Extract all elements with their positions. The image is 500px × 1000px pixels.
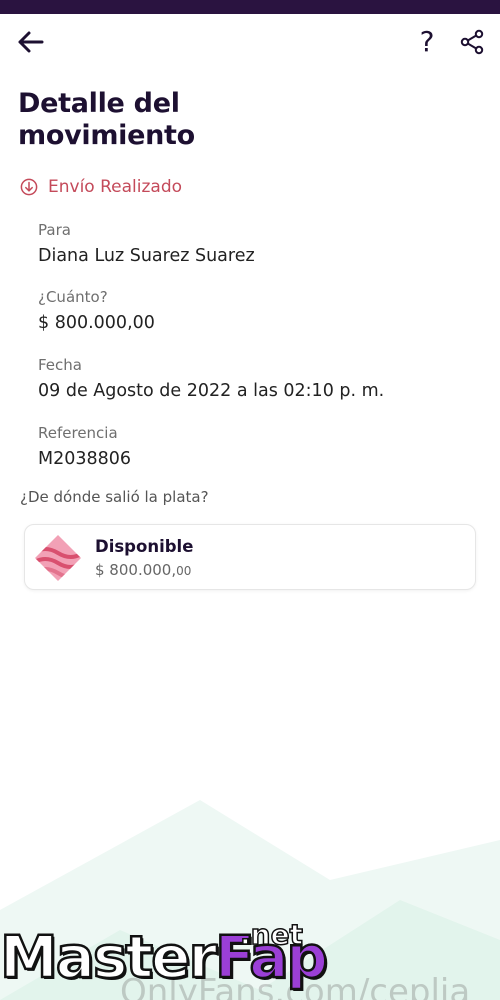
help-button[interactable]: ? (408, 22, 446, 62)
arrow-left-icon (18, 31, 44, 53)
amount-field: ¿Cuánto? $ 800.000,00 (38, 287, 478, 335)
page-title: Detalle del movimiento (18, 88, 195, 151)
arrow-down-circle-icon (20, 178, 38, 196)
date-field: Fecha 09 de Agosto de 2022 a las 02:10 p… (38, 355, 478, 403)
top-bar: ? (0, 14, 500, 70)
transaction-status: Envío Realizado (20, 174, 182, 200)
reference-field: Referencia M2038806 (38, 423, 478, 471)
watermark-brand-1: Master (0, 923, 218, 991)
reference-value: M2038806 (38, 449, 132, 469)
reference-label: Referencia (38, 424, 118, 442)
account-name: Disponible (95, 537, 194, 556)
account-amount-cents: 00 (176, 564, 192, 578)
recipient-label: Para (38, 221, 71, 239)
source-question: ¿De dónde salió la plata? (20, 488, 209, 506)
back-button[interactable] (10, 24, 50, 60)
share-icon (460, 29, 484, 55)
share-button[interactable] (452, 22, 492, 62)
amount-value: $ 800.000,00 (38, 313, 155, 333)
status-bar (0, 0, 500, 14)
recipient-field: Para Diana Luz Suarez Suarez (38, 220, 478, 268)
watermark-suffix: .net (239, 917, 303, 952)
amount-label: ¿Cuánto? (38, 288, 108, 306)
account-amount: $ 800.000,00 (95, 561, 191, 579)
date-label: Fecha (38, 356, 82, 374)
status-label: Envío Realizado (48, 177, 183, 197)
recipient-value: Diana Luz Suarez Suarez (38, 246, 255, 266)
pocket-icon (35, 535, 81, 581)
date-value: 09 de Agosto de 2022 a las 02:10 p. m. (38, 381, 385, 401)
source-account-card[interactable]: Disponible $ 800.000,00 (24, 524, 476, 590)
help-icon: ? (419, 25, 435, 58)
account-amount-main: $ 800.000, (95, 561, 177, 579)
